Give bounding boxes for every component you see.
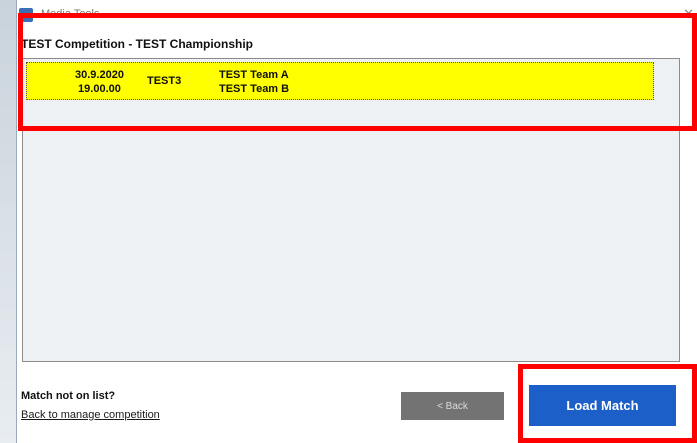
desktop-background xyxy=(0,0,16,443)
match-code: TEST3 xyxy=(147,75,182,87)
back-to-manage-link[interactable]: Back to manage competition xyxy=(21,409,160,421)
match-time: 19.00.00 xyxy=(78,83,121,95)
team-a: TEST Team A xyxy=(219,69,289,81)
not-on-list-label: Match not on list? xyxy=(21,390,116,402)
back-button[interactable]: < Back xyxy=(401,392,504,420)
title-bar: Media Tools ✕ xyxy=(17,0,697,32)
team-b: TEST Team B xyxy=(219,83,290,95)
window-title: Media Tools xyxy=(41,8,100,20)
match-row[interactable]: 30.9.2020 19.00.00 TEST3 TEST Team A TES… xyxy=(26,62,654,100)
load-match-button[interactable]: Load Match xyxy=(529,385,676,426)
app-icon xyxy=(19,8,33,22)
page-title: TEST Competition - TEST Championship xyxy=(21,37,253,51)
match-date: 30.9.2020 xyxy=(75,69,124,81)
close-icon[interactable]: ✕ xyxy=(683,6,694,22)
match-list[interactable]: 30.9.2020 19.00.00 TEST3 TEST Team A TES… xyxy=(22,58,680,362)
match-datetime: 30.9.2020 19.00.00 xyxy=(75,68,124,96)
match-teams: TEST Team A TEST Team B xyxy=(219,68,289,96)
